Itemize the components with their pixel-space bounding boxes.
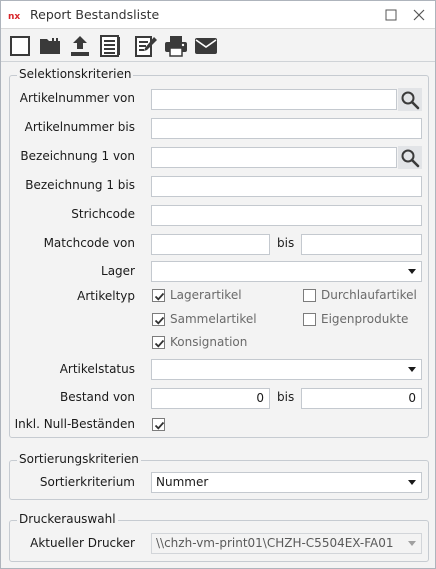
eigenprodukte-checkbox[interactable] bbox=[303, 313, 316, 326]
bezeichnung-von-input[interactable] bbox=[151, 147, 397, 168]
artikelstatus-label: Artikelstatus bbox=[59, 362, 135, 376]
artikelnummer-bis-label: Artikelnummer bis bbox=[24, 120, 135, 134]
print-icon[interactable] bbox=[164, 34, 188, 58]
durchlaufartikel-label: Durchlaufartikel bbox=[321, 288, 417, 302]
sortierkriterium-dropdown[interactable]: Nummer bbox=[151, 472, 422, 493]
open-folder-icon[interactable] bbox=[38, 34, 62, 58]
upload-icon[interactable] bbox=[68, 34, 92, 58]
matchcode-bis-input[interactable] bbox=[301, 234, 422, 255]
artikelstatus-dropdown[interactable] bbox=[151, 359, 422, 380]
printer-group: Druckerauswahl Aktueller Drucker \\chzh-… bbox=[9, 512, 429, 562]
bezeichnung-bis-input[interactable] bbox=[151, 176, 422, 197]
sorting-group: Sortierungskriterien Sortierkriterium Nu… bbox=[9, 452, 429, 500]
report-window: nx Report Bestandsliste Selektionskriter… bbox=[0, 0, 436, 569]
sortierkriterium-label: Sortierkriterium bbox=[39, 475, 135, 489]
sorting-group-title: Sortierungskriterien bbox=[17, 452, 141, 466]
lager-label: Lager bbox=[101, 264, 135, 278]
svg-text:nx: nx bbox=[8, 12, 20, 22]
chevron-down-icon bbox=[408, 480, 416, 485]
toolbar bbox=[1, 29, 435, 62]
new-icon[interactable] bbox=[8, 34, 32, 58]
window-title: Report Bestandsliste bbox=[30, 7, 160, 22]
close-button[interactable] bbox=[409, 5, 429, 25]
eigenprodukte-label: Eigenprodukte bbox=[321, 312, 409, 326]
artikeltyp-label: Artikeltyp bbox=[77, 289, 135, 303]
lagerartikel-checkbox[interactable] bbox=[152, 289, 165, 302]
inkl-null-checkbox[interactable] bbox=[152, 418, 165, 431]
bestand-von-label: Bestand von bbox=[59, 390, 135, 404]
sammelartikel-label: Sammelartikel bbox=[170, 312, 257, 326]
sammelartikel-checkbox[interactable] bbox=[152, 313, 165, 326]
bezeichnung-bis-label: Bezeichnung 1 bis bbox=[25, 178, 135, 192]
inkl-null-label: Inkl. Null-Beständen bbox=[14, 417, 135, 431]
printer-group-title: Druckerauswahl bbox=[17, 512, 118, 526]
artikelnummer-bis-input[interactable] bbox=[151, 118, 422, 139]
bestand-bis-input[interactable]: 0 bbox=[301, 388, 422, 409]
printer-value: \\chzh-vm-print01\CHZH-C5504EX-FA01 bbox=[156, 536, 394, 550]
checkmark-icon bbox=[154, 316, 165, 325]
mail-icon[interactable] bbox=[194, 34, 218, 58]
chevron-down-icon bbox=[408, 269, 416, 274]
matchcode-von-input[interactable] bbox=[151, 234, 270, 255]
checkmark-icon bbox=[154, 421, 165, 430]
aktueller-drucker-label: Aktueller Drucker bbox=[30, 536, 135, 550]
bestand-von-input[interactable]: 0 bbox=[151, 388, 270, 409]
checkmark-icon bbox=[154, 292, 165, 301]
chevron-down-icon bbox=[408, 367, 416, 372]
durchlaufartikel-checkbox[interactable] bbox=[303, 289, 316, 302]
konsignation-label: Konsignation bbox=[170, 335, 248, 349]
edit-icon[interactable] bbox=[134, 34, 158, 58]
sortierkriterium-value: Nummer bbox=[156, 475, 209, 489]
bezeichnung-search-icon[interactable] bbox=[398, 146, 422, 169]
printer-dropdown[interactable]: \\chzh-vm-print01\CHZH-C5504EX-FA01 bbox=[151, 533, 422, 554]
lager-dropdown[interactable] bbox=[151, 261, 422, 282]
konsignation-checkbox[interactable] bbox=[152, 336, 165, 349]
checkmark-icon bbox=[154, 339, 165, 348]
matchcode-von-label: Matchcode von bbox=[43, 236, 135, 250]
artikelnummer-von-input[interactable] bbox=[151, 89, 397, 110]
matchcode-bis-label: bis bbox=[277, 236, 295, 250]
selection-group-title: Selektionskriterien bbox=[17, 67, 134, 81]
chevron-down-icon bbox=[408, 541, 416, 546]
artikelnummer-search-icon[interactable] bbox=[398, 88, 422, 111]
maximize-button[interactable] bbox=[381, 5, 401, 25]
strichcode-label: Strichcode bbox=[71, 207, 135, 221]
nx-logo-icon: nx bbox=[7, 8, 23, 22]
selection-group: Selektionskriterien Artikelnummer von Ar… bbox=[9, 67, 429, 438]
artikelnummer-von-label: Artikelnummer von bbox=[19, 91, 135, 105]
title-bar: nx Report Bestandsliste bbox=[1, 1, 435, 29]
bestand-bis-label: bis bbox=[277, 390, 295, 404]
bezeichnung-von-label: Bezeichnung 1 von bbox=[20, 149, 135, 163]
strichcode-input[interactable] bbox=[151, 205, 422, 226]
lagerartikel-label: Lagerartikel bbox=[170, 288, 242, 302]
list-icon[interactable] bbox=[98, 34, 122, 58]
